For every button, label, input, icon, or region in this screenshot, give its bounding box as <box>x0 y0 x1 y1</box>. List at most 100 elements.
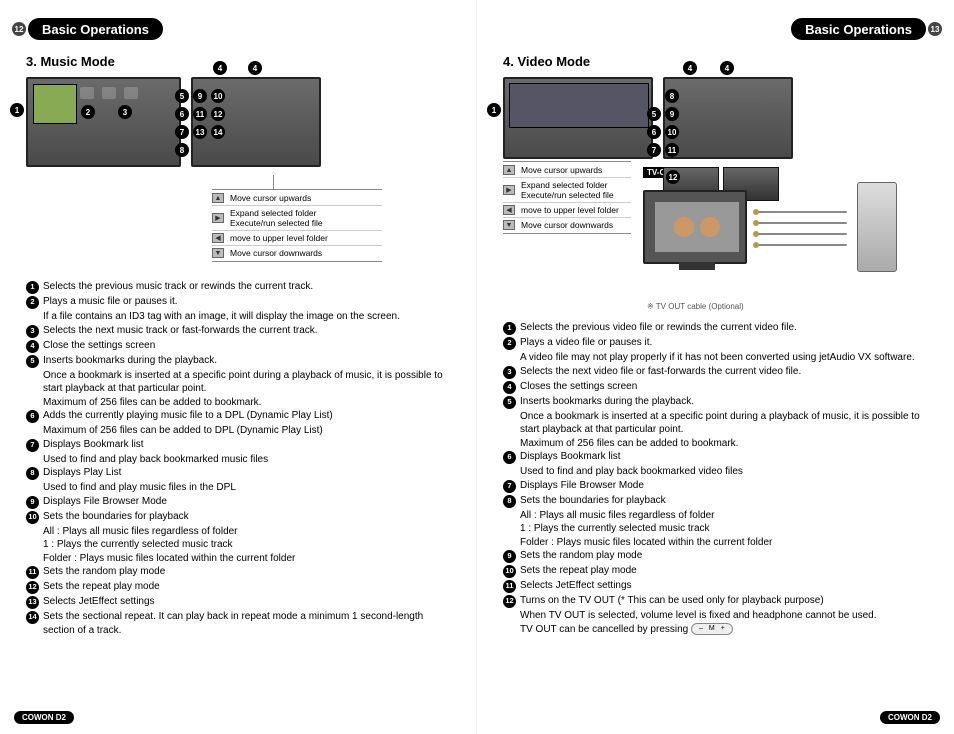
music-item-6-sub1: Maximum of 256 files can be added to DPL… <box>43 424 450 438</box>
video-item-3: Selects the next video file or fast-forw… <box>520 365 928 379</box>
music-item-2-sub1: If a file contains an ID3 tag with an im… <box>43 310 450 324</box>
music-legend-box: ▲Move cursor upwards ▶Expand selected fo… <box>212 189 382 262</box>
video-item-10: Sets the repeat play mode <box>520 564 928 578</box>
footer-left: COWON D2 <box>14 711 74 724</box>
video-callout-10: 10 <box>665 125 679 139</box>
video-item-5: Inserts bookmarks during the playback. <box>520 395 928 409</box>
footer-right: COWON D2 <box>880 711 940 724</box>
vbullet-10: 10 <box>503 565 516 578</box>
video-item-8-sub3: Folder : Plays music files located withi… <box>520 536 928 550</box>
video-item-6-sub1: Used to find and play back bookmarked vi… <box>520 465 928 479</box>
music-item-9: Displays File Browser Mode <box>43 495 450 509</box>
video-figure-row: 1 2 3 4 4 8 5 9 6 10 7 11 <box>503 77 936 159</box>
bullet-8: 8 <box>26 467 39 480</box>
music-item-10-sub2: 1 : Plays the currently selected music t… <box>43 538 450 552</box>
arrow-down-icon: ▼ <box>212 248 224 258</box>
bullet-4: 4 <box>26 340 39 353</box>
music-callout-8: 8 <box>175 143 189 157</box>
music-callout-6: 6 <box>175 107 189 121</box>
music-item-12: Sets the repeat play mode <box>43 580 450 594</box>
music-legend-connector <box>273 175 274 189</box>
header-left-title: Basic Operations <box>42 22 149 37</box>
video-legend-back: move to upper level folder <box>521 205 619 215</box>
music-item-5-sub2: Maximum of 256 files can be added to boo… <box>43 396 450 410</box>
video-item-11: Selects JetEffect settings <box>520 579 928 593</box>
arrow-down-icon: ▼ <box>503 220 515 230</box>
tvout-caption: ※ TV OUT cable (Optional) <box>647 302 897 311</box>
tvout-device <box>857 182 897 272</box>
music-legend-up: Move cursor upwards <box>230 193 311 203</box>
music-item-8: Displays Play List <box>43 466 450 480</box>
video-item-2-sub1: A video file may not play properly if it… <box>520 351 928 365</box>
music-callout-10: 10 <box>211 89 225 103</box>
music-legend-expand1: Expand selected folder <box>230 208 323 218</box>
vbullet-9: 9 <box>503 550 516 563</box>
music-descriptions: 1Selects the previous music track or rew… <box>26 280 450 637</box>
video-item-1: Selects the previous video file or rewin… <box>520 321 928 335</box>
music-figure-row: 1 2 3 4 4 5 9 10 6 11 12 7 13 14 8 <box>26 77 458 167</box>
bullet-5: 5 <box>26 355 39 368</box>
music-item-10: Sets the boundaries for playback <box>43 510 450 524</box>
page-left: 12 Basic Operations 3. Music Mode 1 2 3 … <box>0 0 477 734</box>
video-legend-up: Move cursor upwards <box>521 165 602 175</box>
arrow-up-icon: ▲ <box>503 165 515 175</box>
music-legend-expand2: Execute/run selected file <box>230 218 323 228</box>
video-legend-box: ▲ Move cursor upwards ▶ Expand selected fo… <box>503 161 631 234</box>
music-item-6: Adds the currently playing music file to… <box>43 409 450 423</box>
bullet-11: 11 <box>26 566 39 579</box>
vbullet-2: 2 <box>503 337 516 350</box>
music-callout-4b: 4 <box>248 61 262 75</box>
video-item-7: Displays File Browser Mode <box>520 479 928 493</box>
page-right: 13 Basic Operations 4. Video Mode 1 2 3 … <box>477 0 954 734</box>
video-callout-4a: 4 <box>683 61 697 75</box>
bullet-1: 1 <box>26 281 39 294</box>
vbullet-11: 11 <box>503 580 516 593</box>
music-item-8-sub1: Used to find and play music files in the… <box>43 481 450 495</box>
video-callout-7: 7 <box>647 143 661 157</box>
bullet-9: 9 <box>26 496 39 509</box>
music-item-2: Plays a music file or pauses it. <box>43 295 450 309</box>
header-left: Basic Operations <box>28 18 163 40</box>
music-item-10-sub3: Folder : Plays music files located withi… <box>43 552 450 566</box>
video-item-12: Turns on the TV OUT (* This can be used … <box>520 594 928 608</box>
music-item-7-sub1: Used to find and play back bookmarked mu… <box>43 453 450 467</box>
vbullet-8: 8 <box>503 495 516 508</box>
music-item-5-sub1: Once a bookmark is inserted at a specifi… <box>43 369 450 396</box>
vbullet-4: 4 <box>503 381 516 394</box>
video-item-6: Displays Bookmark list <box>520 450 928 464</box>
bullet-12: 12 <box>26 581 39 594</box>
music-item-3: Selects the next music track or fast-for… <box>43 324 450 338</box>
header-right-title: Basic Operations <box>805 22 912 37</box>
vbullet-1: 1 <box>503 322 516 335</box>
video-callout-11: 11 <box>665 143 679 157</box>
music-item-10-sub1: All : Plays all music files regardless o… <box>43 525 450 539</box>
bullet-10: 10 <box>26 511 39 524</box>
header-right: Basic Operations <box>791 18 926 40</box>
music-item-13: Selects JetEffect settings <box>43 595 450 609</box>
music-callout-4a: 4 <box>213 61 227 75</box>
arrow-right-icon: ▶ <box>503 185 515 195</box>
video-item-12-sub2: TV OUT can be cancelled by pressing –M+ <box>520 623 928 637</box>
video-item-8-sub2: 1 : Plays the currently selected music t… <box>520 522 928 536</box>
video-legend-down: Move cursor downwards <box>521 220 613 230</box>
video-item-2: Plays a video file or pauses it. <box>520 336 928 350</box>
bullet-7: 7 <box>26 439 39 452</box>
video-callout-12: 12 <box>666 170 680 184</box>
arrow-right-icon: ▶ <box>212 213 224 223</box>
vbullet-3: 3 <box>503 366 516 379</box>
video-item-8-sub1: All : Plays all music files regardless o… <box>520 509 928 523</box>
music-settings-screenshot: 4 4 5 9 10 6 11 12 7 13 14 8 <box>191 77 321 167</box>
arrow-left-icon: ◀ <box>503 205 515 215</box>
video-callout-6: 6 <box>647 125 661 139</box>
bullet-2: 2 <box>26 296 39 309</box>
music-callout-1: 1 <box>10 103 24 117</box>
music-mode-title: 3. Music Mode <box>26 54 458 69</box>
music-callout-13: 13 <box>193 125 207 139</box>
arrow-left-icon: ◀ <box>212 233 224 243</box>
music-callout-12: 12 <box>211 107 225 121</box>
video-legend-expand1: Expand selected folder <box>521 180 614 190</box>
video-callout-5: 5 <box>647 107 661 121</box>
video-callout-1: 1 <box>487 103 501 117</box>
button-pill: –M+ <box>691 623 733 634</box>
video-callout-8: 8 <box>665 89 679 103</box>
